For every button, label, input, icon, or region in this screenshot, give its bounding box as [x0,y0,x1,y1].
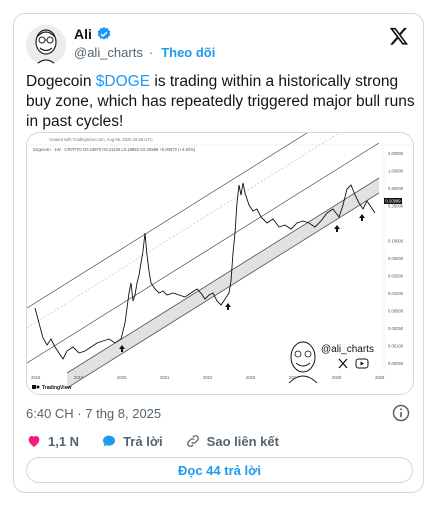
chart-created-text: created with TradingView.com, Aug 06, 20… [49,137,153,142]
y-tick-label: 0.01000 [388,291,404,296]
separator-dot: · [148,45,154,60]
like-button[interactable]: 1,1 N [26,433,79,449]
y-tick-label: 0.00050 [388,361,404,366]
x-tick-label: 2018 [31,375,41,380]
y-tick-label: 1.00000 [388,169,404,174]
y-tick-label: 0.00250 [388,326,404,331]
x-tick-label: 2020 [117,375,127,380]
author-avatar[interactable] [26,25,66,65]
chart-image[interactable]: created with TradingView.com, Aug 06, 20… [26,132,414,395]
tweet-timestamp[interactable]: 6:40 CH · 7 thg 8, 2025 [26,406,161,421]
chart-symbol-text: Dogecoin · 1W · CRYPTO O0.19970 H0.21105… [33,147,196,152]
x-tick-label: 2025 [332,375,342,380]
info-icon[interactable] [391,403,411,423]
y-tick-label: 0.05000 [388,256,404,261]
price-tag-label: 0.20989 [386,199,402,204]
x-logo-icon[interactable] [389,26,409,46]
link-icon [186,435,199,447]
y-tick-label: 2.00000 [388,151,404,156]
reply-bubble-icon [103,435,116,447]
x-tick-label: 2019 [74,375,84,380]
copy-link-label: Sao liên kết [206,433,279,449]
y-tick-label: 0.00500 [388,309,404,314]
follow-button[interactable]: Theo dõi [161,45,215,60]
y-tick-label: 0.25000 [388,204,404,209]
copy-link-button[interactable]: Sao liên kết [185,433,279,449]
tweet-actions: 1,1 N Trả lời Sao liên kết [26,433,301,449]
reply-button[interactable]: Trả lời [101,433,163,449]
y-tick-label: 0.00100 [388,344,404,349]
tweet-card: Ali @ali_charts · Theo dõi Dogecoin $DOG… [13,13,424,493]
tweet-text: Dogecoin $DOGE is trading within a histo… [26,73,415,130]
y-tick-label: 0.02500 [388,274,404,279]
x-tick-label: 2021 [160,375,170,380]
read-replies-button[interactable]: Đọc 44 trả lời [26,457,413,483]
reply-label: Trả lời [123,433,163,449]
x-tick-label: 2022 [203,375,213,380]
y-tick-label: 0.50000 [388,186,404,191]
doge-chart-svg: created with TradingView.com, Aug 06, 20… [27,133,413,394]
watermark-handle: @ali_charts [321,344,374,355]
avatar-caricature [26,25,66,65]
x-tick-label: 2026 [375,375,385,380]
heart-icon [28,436,40,447]
svg-text:TradingView: TradingView [42,385,71,391]
author-name[interactable]: Ali [74,26,92,42]
y-tick-label: 0.10000 [388,239,404,244]
cashtag-link[interactable]: $DOGE [96,73,150,90]
x-tick-label: 2023 [246,375,256,380]
author-handle[interactable]: @ali_charts [74,45,143,60]
verified-badge-icon [97,27,111,40]
like-count: 1,1 N [48,433,80,449]
